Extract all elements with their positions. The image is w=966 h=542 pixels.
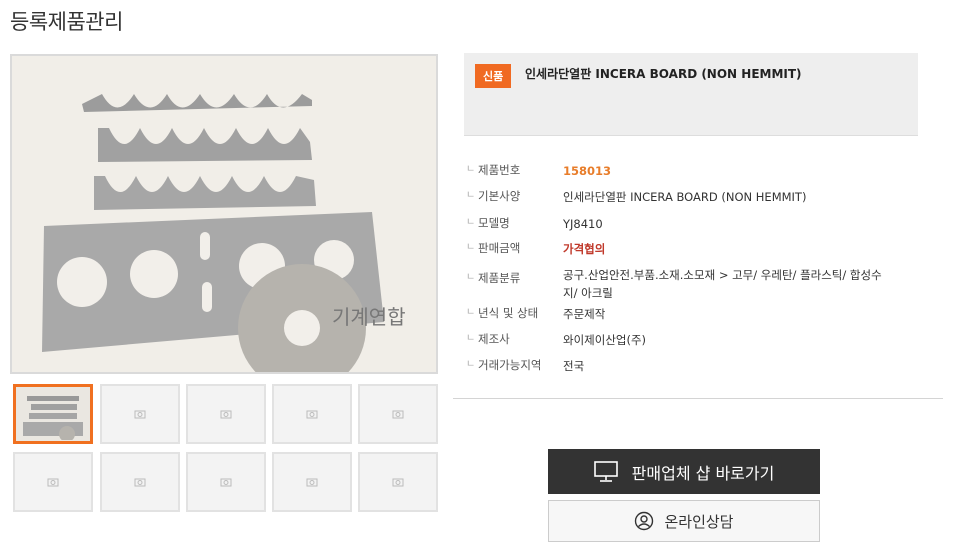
camera-icon: [220, 478, 232, 487]
bullet-icon: ㄴ: [466, 242, 476, 253]
thumbnail-9[interactable]: [272, 452, 352, 512]
product-title: 인세라단열판 INCERA BOARD (NON HEMMIT): [525, 67, 802, 81]
detail-label: 기본사양: [478, 189, 521, 203]
camera-icon: [392, 410, 404, 419]
detail-label: 제품번호: [478, 163, 521, 177]
camera-icon: [306, 410, 318, 419]
camera-icon: [134, 478, 146, 487]
bullet-icon: ㄴ: [466, 307, 476, 318]
camera-icon: [220, 410, 232, 419]
bullet-icon: ㄴ: [466, 164, 476, 175]
camera-icon: [306, 478, 318, 487]
detail-value: 전국: [563, 359, 585, 373]
new-badge: 신품: [475, 64, 512, 88]
detail-value: YJ8410: [563, 217, 603, 231]
thumbnail-10[interactable]: [358, 452, 438, 512]
detail-label: 판매금액: [478, 241, 521, 255]
detail-value: 와이제이산업(주): [563, 333, 647, 347]
camera-icon: [392, 478, 404, 487]
bullet-icon: ㄴ: [466, 190, 476, 201]
bullet-icon: ㄴ: [466, 272, 476, 283]
detail-label: 제조사: [478, 332, 510, 346]
shop-link-button[interactable]: 판매업체 샵 바로가기: [548, 449, 820, 494]
monitor-icon: [593, 460, 618, 482]
thumbnail-4[interactable]: [272, 384, 352, 444]
user-icon: [635, 511, 654, 531]
bullet-icon: ㄴ: [466, 217, 476, 228]
detail-label: 년식 및 상태: [478, 306, 539, 320]
detail-value: 158013: [563, 164, 612, 178]
thumbnail-8[interactable]: [186, 452, 266, 512]
online-consult-button[interactable]: 온라인상담: [548, 500, 820, 542]
divider: [453, 398, 943, 399]
bullet-icon: ㄴ: [466, 359, 476, 370]
detail-value: 공구.산업안전.부품.소재.소모재 > 고무/ 우레탄/ 플라스틱/ 합성수지/…: [563, 268, 882, 300]
thumbnail-5[interactable]: [358, 384, 438, 444]
detail-label: 제품분류: [478, 271, 521, 285]
thumbnail-7[interactable]: [100, 452, 180, 512]
detail-value: 가격협의: [563, 242, 606, 256]
camera-icon: [47, 478, 59, 487]
page-title: 등록제품관리: [10, 10, 123, 34]
thumbnail-3[interactable]: [186, 384, 266, 444]
bullet-icon: ㄴ: [466, 333, 476, 344]
product-header: 신품 인세라단열판 INCERA BOARD (NON HEMMIT): [464, 53, 918, 136]
thumbnail-1[interactable]: [13, 384, 93, 444]
thumbnail-6[interactable]: [13, 452, 93, 512]
camera-icon: [134, 410, 146, 419]
thumbnail-2[interactable]: [100, 384, 180, 444]
shop-link-label: 판매업체 샵 바로가기: [631, 463, 775, 483]
detail-label: 모델명: [478, 216, 510, 230]
detail-value: 주문제작: [563, 307, 606, 321]
main-product-image: 기계연합: [10, 54, 438, 374]
detail-label: 거래가능지역: [478, 358, 542, 372]
detail-value: 인세라단열판 INCERA BOARD (NON HEMMIT): [563, 190, 807, 204]
online-consult-label: 온라인상담: [664, 512, 734, 531]
watermark-text: 기계연합: [332, 305, 406, 329]
